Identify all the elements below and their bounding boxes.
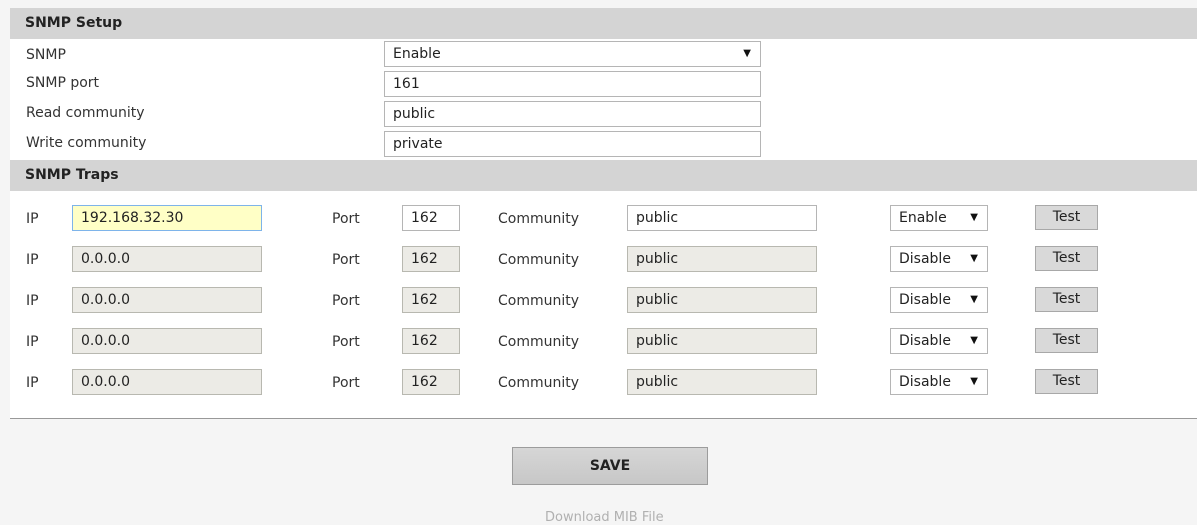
trap-state-select[interactable]: Disable ▼	[890, 328, 988, 354]
snmp-select[interactable]: Enable ▼	[384, 41, 761, 67]
test-button[interactable]: Test	[1035, 328, 1098, 353]
trap-ip-input[interactable]: 0.0.0.0	[72, 328, 262, 354]
trap-community-label: Community	[498, 252, 580, 268]
trap-state-select[interactable]: Enable ▼	[890, 205, 988, 231]
snmp-settings-page: SNMP Setup SNMP Enable ▼ SNMP port 161 R…	[0, 0, 1197, 525]
write-community-input[interactable]: private	[384, 131, 761, 157]
snmp-select-value: Enable	[393, 46, 441, 62]
trap-ip-input[interactable]: 0.0.0.0	[72, 369, 262, 395]
trap-community-input[interactable]: public	[627, 287, 817, 313]
trap-ip-label: IP	[26, 252, 39, 268]
write-community-label: Write community	[26, 135, 147, 151]
trap-community-input[interactable]: public	[627, 246, 817, 272]
trap-ip-input[interactable]: 0.0.0.0	[72, 246, 262, 272]
trap-community-label: Community	[498, 211, 580, 227]
trap-community-input[interactable]: public	[627, 369, 817, 395]
read-community-label: Read community	[26, 105, 145, 121]
test-button[interactable]: Test	[1035, 205, 1098, 230]
trap-port-input[interactable]: 162	[402, 205, 460, 231]
trap-port-label: Port	[332, 293, 360, 309]
chevron-down-icon: ▼	[970, 294, 978, 305]
trap-state-value: Disable	[899, 292, 951, 308]
trap-state-select[interactable]: Disable ▼	[890, 369, 988, 395]
trap-community-label: Community	[498, 293, 580, 309]
snmp-label: SNMP	[26, 47, 66, 63]
trap-state-value: Disable	[899, 333, 951, 349]
test-button[interactable]: Test	[1035, 369, 1098, 394]
chevron-down-icon: ▼	[970, 376, 978, 387]
trap-ip-label: IP	[26, 211, 39, 227]
snmp-port-label: SNMP port	[26, 75, 100, 91]
trap-state-value: Enable	[899, 210, 947, 226]
chevron-down-icon: ▼	[970, 253, 978, 264]
read-community-input[interactable]: public	[384, 101, 761, 127]
snmp-traps-header: SNMP Traps	[10, 160, 1197, 191]
trap-port-input[interactable]: 162	[402, 328, 460, 354]
snmp-setup-header: SNMP Setup	[10, 8, 1197, 39]
trap-ip-label: IP	[26, 334, 39, 350]
settings-panel: SNMP Setup SNMP Enable ▼ SNMP port 161 R…	[10, 8, 1197, 418]
download-mib-link[interactable]: Download MIB File	[545, 510, 664, 525]
trap-port-input[interactable]: 162	[402, 287, 460, 313]
trap-ip-input[interactable]: 0.0.0.0	[72, 287, 262, 313]
trap-community-label: Community	[498, 375, 580, 391]
save-button[interactable]: SAVE	[512, 447, 708, 485]
chevron-down-icon: ▼	[970, 212, 978, 223]
test-button[interactable]: Test	[1035, 287, 1098, 312]
test-button[interactable]: Test	[1035, 246, 1098, 271]
chevron-down-icon: ▼	[743, 48, 751, 59]
footer-divider	[10, 418, 1197, 419]
trap-port-label: Port	[332, 375, 360, 391]
trap-state-value: Disable	[899, 374, 951, 390]
trap-community-input[interactable]: public	[627, 205, 817, 231]
trap-state-select[interactable]: Disable ▼	[890, 246, 988, 272]
trap-port-input[interactable]: 162	[402, 369, 460, 395]
trap-community-input[interactable]: public	[627, 328, 817, 354]
trap-state-select[interactable]: Disable ▼	[890, 287, 988, 313]
trap-ip-label: IP	[26, 375, 39, 391]
trap-port-label: Port	[332, 252, 360, 268]
trap-port-label: Port	[332, 211, 360, 227]
snmp-port-input[interactable]: 161	[384, 71, 761, 97]
trap-state-value: Disable	[899, 251, 951, 267]
trap-ip-label: IP	[26, 293, 39, 309]
trap-port-input[interactable]: 162	[402, 246, 460, 272]
chevron-down-icon: ▼	[970, 335, 978, 346]
trap-ip-input[interactable]: 192.168.32.30	[72, 205, 262, 231]
trap-port-label: Port	[332, 334, 360, 350]
trap-community-label: Community	[498, 334, 580, 350]
